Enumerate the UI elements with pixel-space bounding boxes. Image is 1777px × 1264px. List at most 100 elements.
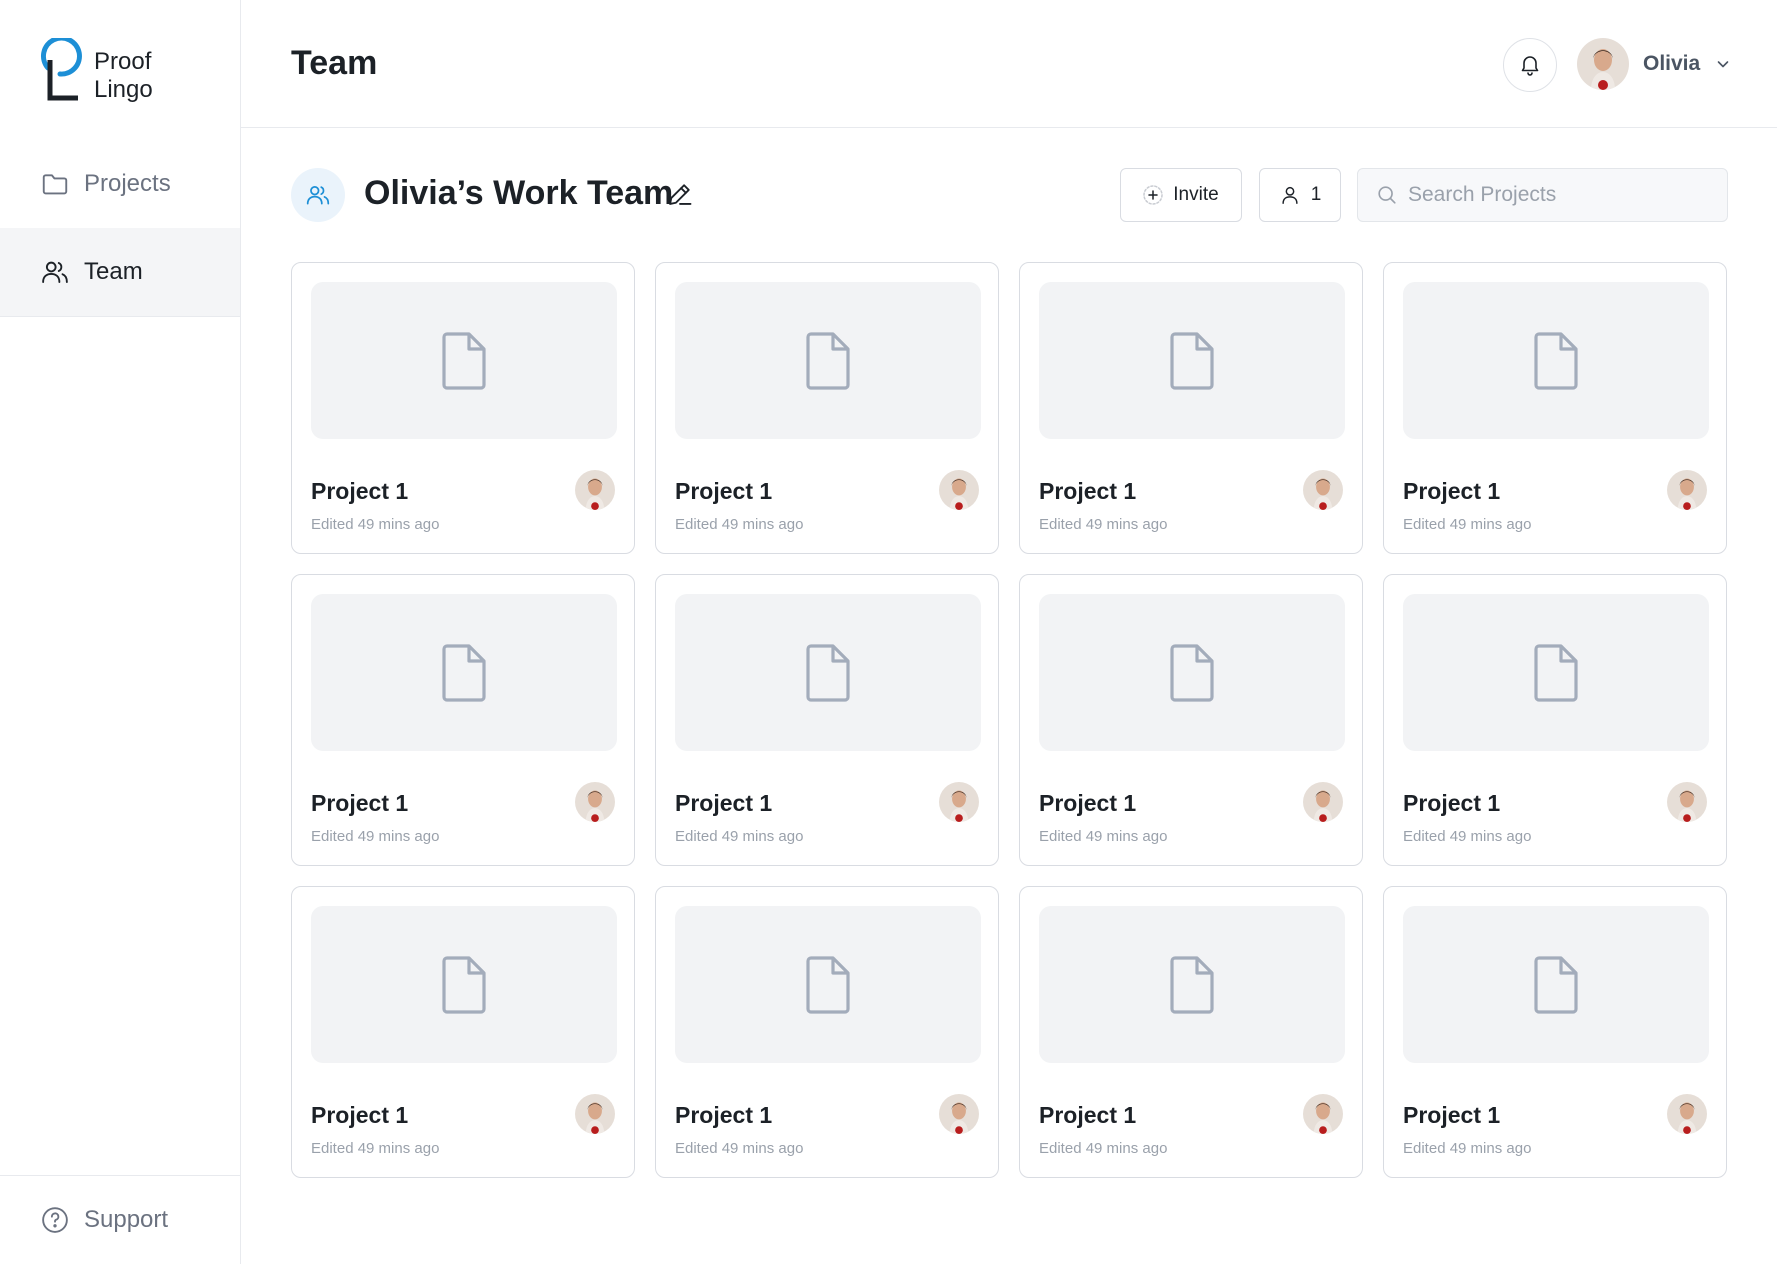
file-icon	[806, 955, 850, 1014]
project-card[interactable]: Project 1 Edited 49 mins ago	[291, 886, 635, 1178]
project-owner-avatar	[1303, 782, 1343, 822]
project-owner-avatar	[575, 470, 615, 510]
project-card[interactable]: Project 1 Edited 49 mins ago	[655, 886, 999, 1178]
team-name: Olivia’s Work Team	[364, 174, 674, 212]
file-icon	[806, 331, 850, 390]
sidebar-item-label: Support	[84, 1206, 169, 1233]
project-owner-avatar	[1667, 782, 1707, 822]
search-input[interactable]	[1408, 183, 1708, 207]
project-thumbnail	[1039, 594, 1345, 751]
logo-text: Proof Lingo	[94, 48, 153, 104]
avatar-image	[1303, 470, 1343, 510]
logo[interactable]: Proof Lingo	[38, 38, 153, 104]
search-box[interactable]	[1357, 168, 1728, 222]
avatar-image	[939, 782, 979, 822]
team-avatar	[291, 168, 345, 222]
project-thumbnail	[1039, 906, 1345, 1063]
project-card[interactable]: Project 1 Edited 49 mins ago	[1019, 886, 1363, 1178]
project-edited-time: Edited 49 mins ago	[311, 1140, 440, 1157]
sidebar-item-team[interactable]: Team	[0, 228, 240, 317]
project-card[interactable]: Project 1 Edited 49 mins ago	[1019, 574, 1363, 866]
file-icon	[1170, 643, 1214, 702]
project-edited-time: Edited 49 mins ago	[1403, 1140, 1532, 1157]
project-thumbnail	[311, 594, 617, 751]
sidebar-item-label: Projects	[84, 170, 171, 197]
file-icon	[1534, 955, 1578, 1014]
project-thumbnail	[1403, 594, 1709, 751]
sidebar-item-label: Team	[84, 258, 143, 285]
project-thumbnail	[1403, 282, 1709, 439]
project-card[interactable]: Project 1 Edited 49 mins ago	[1383, 574, 1727, 866]
project-edited-time: Edited 49 mins ago	[311, 828, 440, 845]
project-title: Project 1	[311, 790, 409, 816]
file-icon	[442, 331, 486, 390]
project-edited-time: Edited 49 mins ago	[311, 516, 440, 533]
project-title: Project 1	[675, 478, 773, 504]
project-card[interactable]: Project 1 Edited 49 mins ago	[655, 574, 999, 866]
folder-icon	[42, 174, 68, 195]
project-edited-time: Edited 49 mins ago	[675, 1140, 804, 1157]
user-icon	[1282, 186, 1298, 204]
user-name[interactable]: Olivia	[1643, 52, 1700, 76]
project-thumbnail	[675, 594, 981, 751]
project-title: Project 1	[1039, 790, 1137, 816]
logo-line-1: Proof	[94, 48, 152, 75]
project-thumbnail	[311, 282, 617, 439]
members-button[interactable]: 1	[1259, 168, 1341, 222]
sidebar-item-projects[interactable]: Projects	[0, 140, 240, 229]
avatar-image	[1667, 470, 1707, 510]
project-owner-avatar	[575, 782, 615, 822]
project-edited-time: Edited 49 mins ago	[1039, 516, 1168, 533]
avatar-image	[575, 470, 615, 510]
user-avatar[interactable]	[1577, 38, 1629, 90]
avatar-image	[1303, 1094, 1343, 1134]
page-title: Team	[291, 44, 378, 82]
project-card[interactable]: Project 1 Edited 49 mins ago	[1383, 262, 1727, 554]
project-edited-time: Edited 49 mins ago	[1039, 1140, 1168, 1157]
edit-pencil-icon[interactable]	[666, 180, 694, 208]
chevron-down-icon[interactable]	[1715, 56, 1731, 72]
sidebar-item-support[interactable]: Support	[0, 1175, 240, 1264]
notifications-button[interactable]	[1503, 38, 1557, 92]
users-icon	[42, 261, 68, 283]
project-title: Project 1	[1039, 1102, 1137, 1128]
project-edited-time: Edited 49 mins ago	[675, 516, 804, 533]
file-icon	[1534, 331, 1578, 390]
project-card[interactable]: Project 1 Edited 49 mins ago	[1019, 262, 1363, 554]
project-edited-time: Edited 49 mins ago	[675, 828, 804, 845]
project-title: Project 1	[675, 1102, 773, 1128]
invite-label: Invite	[1173, 184, 1219, 205]
file-icon	[1170, 955, 1214, 1014]
avatar-image	[1667, 782, 1707, 822]
project-title: Project 1	[1039, 478, 1137, 504]
project-thumbnail	[311, 906, 617, 1063]
project-card[interactable]: Project 1 Edited 49 mins ago	[655, 262, 999, 554]
file-icon	[1170, 331, 1214, 390]
app: Proof Lingo Projects Team Support Team O…	[0, 0, 1777, 1264]
file-icon	[442, 643, 486, 702]
project-card[interactable]: Project 1 Edited 49 mins ago	[1383, 886, 1727, 1178]
project-thumbnail	[675, 906, 981, 1063]
project-card[interactable]: Project 1 Edited 49 mins ago	[291, 574, 635, 866]
project-owner-avatar	[1303, 1094, 1343, 1134]
avatar-image	[1303, 782, 1343, 822]
users-icon	[306, 186, 330, 205]
top-header: Team Olivia	[241, 0, 1777, 128]
member-count: 1	[1310, 184, 1322, 205]
project-title: Project 1	[311, 1102, 409, 1128]
project-thumbnail	[1403, 906, 1709, 1063]
project-owner-avatar	[1667, 1094, 1707, 1134]
project-card[interactable]: Project 1 Edited 49 mins ago	[291, 262, 635, 554]
avatar-image	[1577, 38, 1629, 90]
search-icon	[1378, 186, 1396, 204]
help-circle-icon	[42, 1207, 68, 1233]
file-icon	[442, 955, 486, 1014]
logo-line-2: Lingo	[94, 76, 153, 103]
project-grid: Project 1 Edited 49 mins ago Project 1 E…	[291, 262, 1728, 1178]
project-edited-time: Edited 49 mins ago	[1039, 828, 1168, 845]
avatar-image	[939, 470, 979, 510]
file-icon	[806, 643, 850, 702]
project-title: Project 1	[675, 790, 773, 816]
sidebar: Proof Lingo Projects Team Support	[0, 0, 241, 1264]
invite-button[interactable]: Invite	[1120, 168, 1242, 222]
